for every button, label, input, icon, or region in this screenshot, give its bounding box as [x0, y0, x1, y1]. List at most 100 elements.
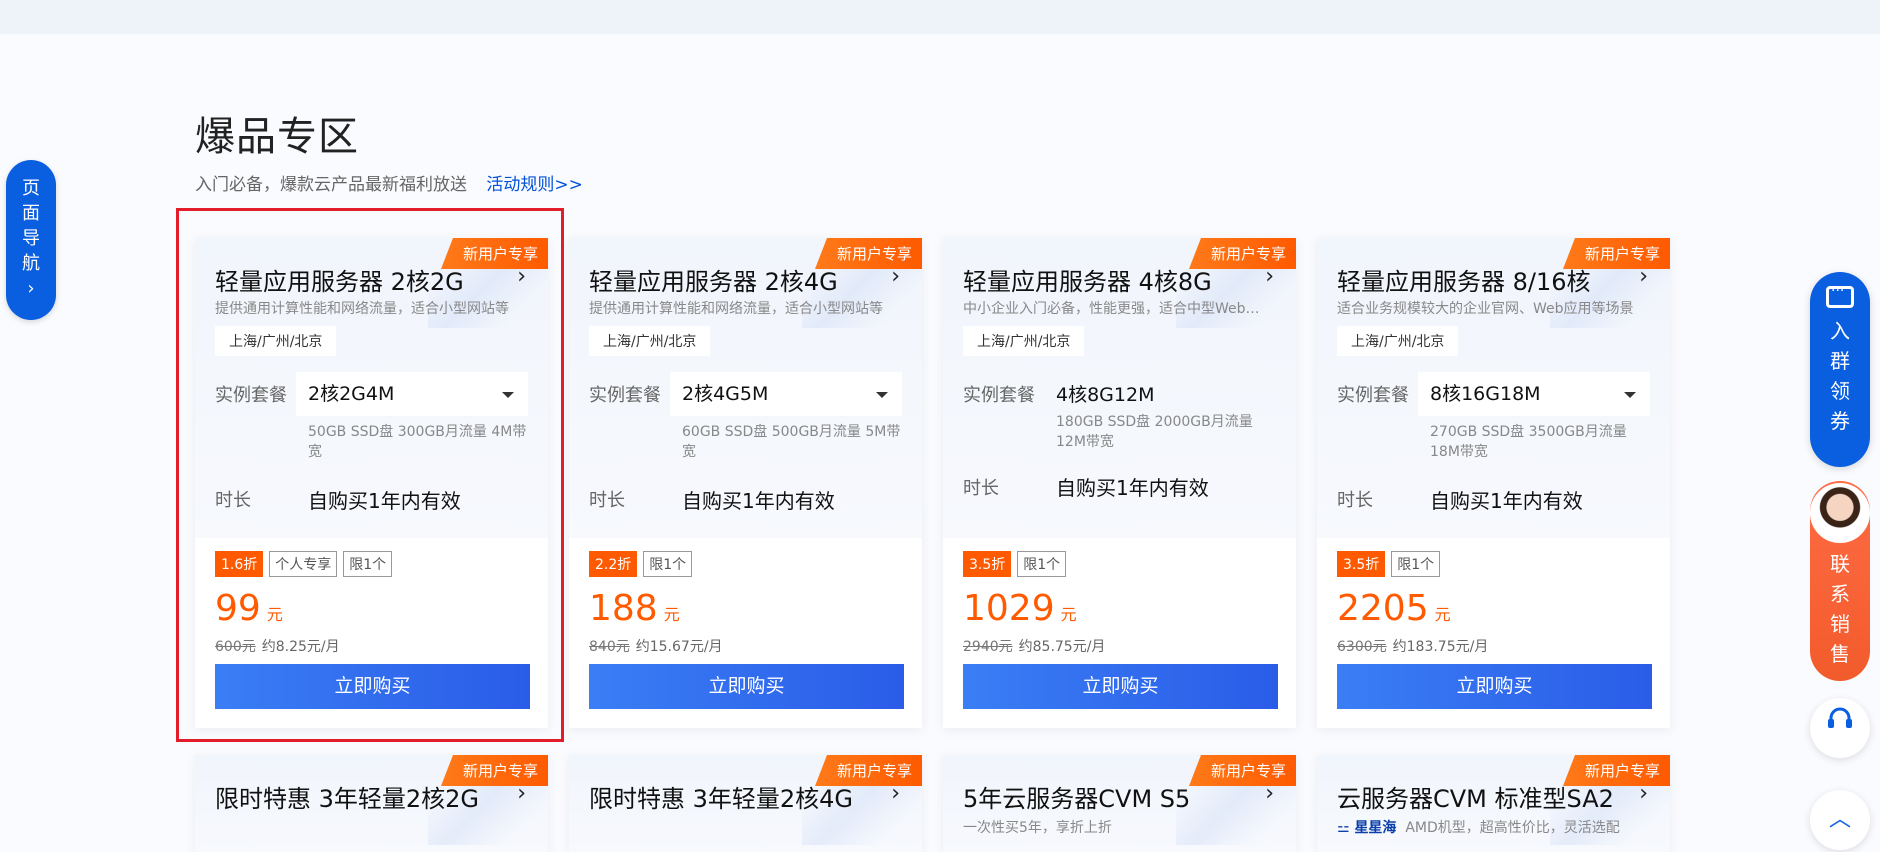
card-description: 一次性买5年，享折上折	[963, 820, 1112, 836]
join-group-char: 券	[1830, 409, 1850, 433]
section-subtitle: 入门必备，爆款云产品最新福利放送 活动规则>>	[195, 170, 583, 195]
join-group-label: 入 群 领 券	[1810, 316, 1870, 436]
original-price: 600元	[215, 639, 256, 655]
tag-row: 3.5折 限1个	[1337, 551, 1441, 577]
brand-logo: ⚍ 星星海	[1337, 820, 1397, 836]
duration-value: 自购买1年内有效	[682, 489, 835, 513]
discount-badge: 3.5折	[1337, 551, 1386, 577]
price-value: 2205	[1337, 588, 1429, 629]
card-title[interactable]: 云服务器CVM 标准型SA2	[1337, 779, 1614, 814]
plan-select-value: 2核4G5M	[682, 383, 769, 405]
tag: 限1个	[1391, 551, 1441, 577]
card-title[interactable]: 轻量应用服务器 2核2G	[215, 262, 464, 297]
chevron-right-icon[interactable]: ›	[517, 781, 526, 806]
monthly-price: 约85.75元/月	[1018, 639, 1106, 655]
section-subtitle-text: 入门必备，爆款云产品最新福利放送	[195, 175, 467, 195]
original-price-row: 840元 约15.67元/月	[589, 636, 723, 656]
card-title[interactable]: 限时特惠 3年轻量2核4G	[589, 779, 853, 814]
contact-sales-char: 销	[1830, 612, 1850, 636]
caret-down-icon	[876, 392, 888, 398]
card-title[interactable]: 5年云服务器CVM S5	[963, 779, 1190, 814]
chevron-right-icon[interactable]: ›	[891, 781, 900, 806]
buy-now-button[interactable]: 立即购买	[215, 664, 530, 709]
page-nav-char: 页	[22, 178, 40, 199]
price-unit: 元	[266, 605, 283, 624]
contact-sales-button[interactable]: 联 系 销 售	[1810, 481, 1870, 681]
plan-label: 实例套餐	[215, 385, 287, 406]
card-description: 中小企业入门必备，性能更强，适合中型Web应用	[963, 301, 1273, 317]
plan-select-value: 8核16G18M	[1430, 383, 1541, 405]
chevron-right-icon[interactable]: ›	[1265, 264, 1274, 289]
price-value: 188	[589, 588, 658, 629]
product-card: 新用户专享 轻量应用服务器 2核2G › 提供通用计算性能和网络流量，适合小型网…	[195, 238, 548, 728]
price: 99 元	[215, 588, 283, 629]
buy-now-button[interactable]: 立即购买	[963, 664, 1278, 709]
product-card: 新用户专享 轻量应用服务器 8/16核 › 适合业务规模较大的企业官网、Web应…	[1317, 238, 1670, 728]
price-value: 99	[215, 588, 261, 629]
sales-avatar	[1810, 483, 1870, 543]
card-description: 提供通用计算性能和网络流量，适合小型网站等	[215, 301, 509, 317]
chevron-right-icon[interactable]: ›	[1639, 781, 1648, 806]
join-group-char: 群	[1830, 349, 1850, 373]
buy-now-button[interactable]: 立即购买	[589, 664, 904, 709]
discount-badge: 3.5折	[963, 551, 1012, 577]
duration-label: 时长	[963, 478, 999, 499]
contact-sales-label: 联 系 销 售	[1810, 549, 1870, 669]
back-to-top-button[interactable]: ︿	[1810, 790, 1870, 850]
contact-sales-char: 售	[1830, 642, 1850, 666]
caret-down-icon	[502, 392, 514, 398]
duration-label: 时长	[589, 490, 625, 511]
plan-select[interactable]: 2核2G4M	[296, 372, 528, 416]
product-card: 新用户专享 限时特惠 3年轻量2核2G ›	[195, 755, 548, 852]
original-price-row: 2940元 约85.75元/月	[963, 636, 1105, 656]
activity-rules-link[interactable]: 活动规则>>	[486, 175, 583, 195]
plan-label: 实例套餐	[963, 385, 1035, 406]
product-card: 新用户专享 轻量应用服务器 2核4G › 提供通用计算性能和网络流量，适合小型网…	[569, 238, 922, 728]
card-title[interactable]: 轻量应用服务器 4核8G	[963, 262, 1212, 297]
plan-select[interactable]: 8核16G18M	[1418, 372, 1650, 416]
tag: 限1个	[1017, 551, 1067, 577]
buy-now-button[interactable]: 立即购买	[1337, 664, 1652, 709]
join-group-char: 领	[1830, 379, 1850, 403]
contact-sales-char: 系	[1830, 582, 1850, 606]
region-badge: 上海/广州/北京	[589, 326, 711, 356]
tag: 限1个	[643, 551, 693, 577]
section-title: 爆品专区	[195, 114, 359, 160]
customer-service-button[interactable]	[1810, 698, 1870, 758]
page-nav-label: 页 面 导 航	[6, 160, 56, 276]
chevron-right-icon: ›	[27, 278, 35, 299]
chevron-right-icon[interactable]: ›	[1265, 781, 1274, 806]
original-price: 840元	[589, 639, 630, 655]
original-price: 6300元	[1337, 639, 1387, 655]
product-card: 新用户专享 轻量应用服务器 4核8G › 中小企业入门必备，性能更强，适合中型W…	[943, 238, 1296, 728]
product-card: 新用户专享 5年云服务器CVM S5 › 一次性买5年，享折上折	[943, 755, 1296, 852]
plan-label: 实例套餐	[1337, 385, 1409, 406]
card-title[interactable]: 限时特惠 3年轻量2核2G	[215, 779, 479, 814]
page-nav-button[interactable]: 页 面 导 航 ›	[6, 160, 56, 320]
price: 2205 元	[1337, 588, 1451, 629]
headset-icon	[1828, 707, 1852, 728]
duration-value: 自购买1年内有效	[1430, 489, 1583, 513]
original-price-row: 600元 约8.25元/月	[215, 636, 340, 656]
chevron-right-icon[interactable]: ›	[1639, 264, 1648, 289]
chevron-right-icon[interactable]: ›	[517, 264, 526, 289]
plan-select[interactable]: 2核4G5M	[670, 372, 902, 416]
card-title[interactable]: 轻量应用服务器 8/16核	[1337, 262, 1591, 297]
tag-row: 2.2折 限1个	[589, 551, 693, 577]
chevron-right-icon[interactable]: ›	[891, 264, 900, 289]
chat-icon	[1826, 283, 1854, 308]
plan-select-value: 2核2G4M	[308, 383, 395, 405]
page-nav-char: 面	[22, 203, 40, 224]
card-description: ⚍ 星星海 AMD机型，超高性价比，灵活选配	[1337, 817, 1647, 837]
top-band	[0, 0, 1880, 34]
plan-spec: 180GB SSD盘 2000GB月流量 12M带宽	[1056, 414, 1253, 450]
plan-spec: 50GB SSD盘 300GB月流量 4M带宽	[308, 424, 527, 460]
duration-label: 时长	[215, 490, 251, 511]
card-title[interactable]: 轻量应用服务器 2核4G	[589, 262, 838, 297]
plan-spec: 270GB SSD盘 3500GB月流量 18M带宽	[1430, 424, 1627, 460]
new-user-ribbon: 新用户专享	[1188, 755, 1296, 786]
duration-value: 自购买1年内有效	[1056, 476, 1209, 500]
join-group-coupon-button[interactable]: 入 群 领 券	[1810, 272, 1870, 467]
monthly-price: 约183.75元/月	[1392, 639, 1489, 655]
region-badge: 上海/广州/北京	[215, 326, 337, 356]
